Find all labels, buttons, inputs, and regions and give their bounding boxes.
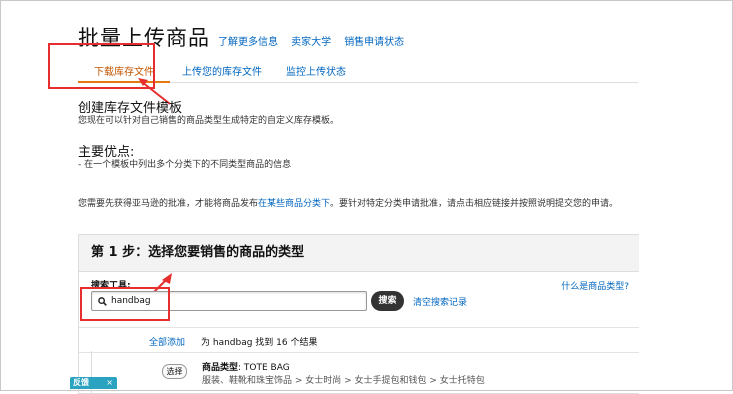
search-button[interactable]: 搜索 [371, 291, 404, 311]
clear-search-link[interactable]: 清空搜索记录 [413, 295, 467, 308]
results-summary-row: 全部添加 为 handbag 找到 16 个结果 [79, 327, 639, 353]
feedback-tab[interactable]: × 反馈 [70, 377, 117, 389]
step1-header: 第 1 步：选择您要销售的商品的类型 [79, 235, 639, 272]
result-item: 选择 商品类型: TOTE BAG 服装、鞋靴和珠宝饰品 > 女士时尚 > 女士… [91, 351, 640, 393]
what-is-product-type-link[interactable]: 什么是商品类型? [561, 279, 629, 292]
add-all-link[interactable]: 全部添加 [149, 335, 185, 348]
approval-paragraph: 您需要先获得亚马逊的批准，才能将商品发布在某些商品分类下。要针对特定分类申请批准… [78, 199, 619, 209]
category-approval-link[interactable]: 在某些商品分类下 [258, 199, 330, 209]
annotation-box-search [80, 287, 170, 321]
select-button[interactable]: 选择 [162, 364, 187, 379]
close-icon[interactable]: × [106, 377, 113, 389]
section-description: 您现在可以针对自己销售的商品类型生成特定的自定义库存模板。 [78, 116, 340, 126]
product-type: 商品类型: TOTE BAG [202, 363, 290, 373]
results-count-text: 为 handbag 找到 16 个结果 [201, 338, 318, 348]
category-path: 服装、鞋靴和珠宝饰品 > 女士时尚 > 女士手提包和钱包 > 女士托特包 [202, 376, 485, 386]
feedback-label: 反馈 [73, 378, 89, 387]
benefits-text: - 在一个模板中列出多个分类下的不同类型商品的信息 [78, 160, 292, 170]
